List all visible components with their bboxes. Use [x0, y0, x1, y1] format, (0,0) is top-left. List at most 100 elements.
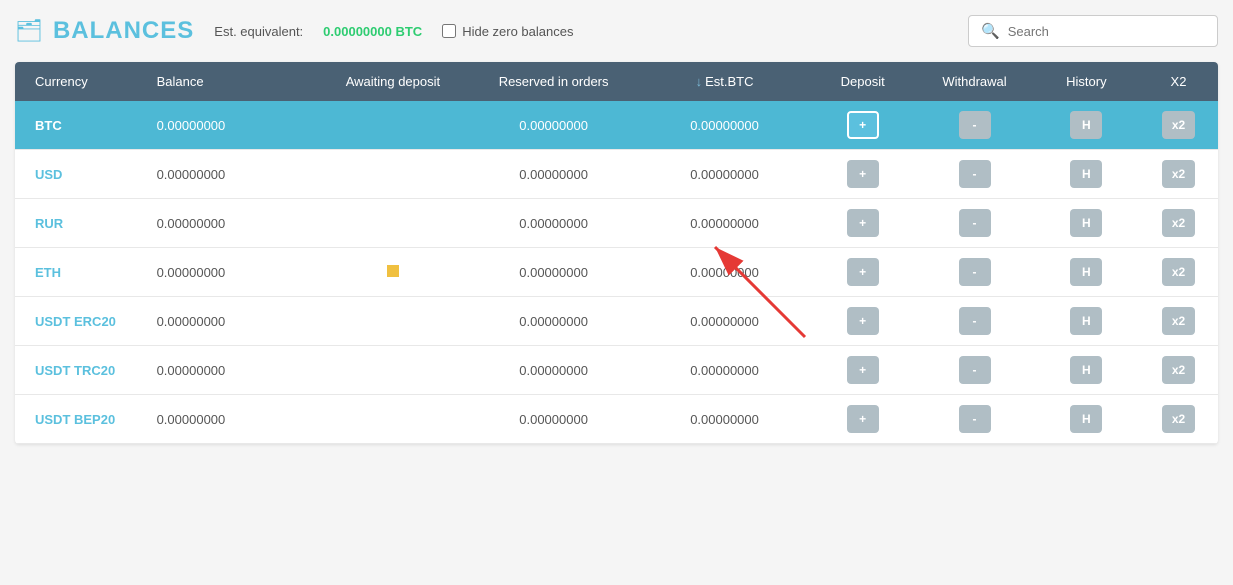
cell-deposit: + [810, 199, 915, 248]
cell-currency: USDT BEP20 [15, 395, 147, 444]
currency-link[interactable]: RUR [35, 216, 63, 231]
cell-deposit: + [810, 248, 915, 297]
hide-zero-checkbox[interactable] [442, 24, 456, 38]
history-button[interactable]: H [1070, 307, 1102, 335]
withdrawal-button[interactable]: - [959, 160, 991, 188]
cell-x2: x2 [1139, 199, 1218, 248]
balances-table: Currency Balance Awaiting deposit Reserv… [15, 62, 1218, 444]
table-row: ETH0.000000000.000000000.00000000+-Hx2 [15, 248, 1218, 297]
cell-withdrawal: - [915, 297, 1033, 346]
table-row: USDT BEP200.000000000.000000000.00000000… [15, 395, 1218, 444]
x2-button[interactable]: x2 [1162, 160, 1195, 188]
hide-zero-text: Hide zero balances [462, 24, 573, 39]
withdrawal-button[interactable]: - [959, 307, 991, 335]
cell-awaiting [318, 248, 469, 297]
cell-reserved: 0.00000000 [468, 199, 639, 248]
deposit-button[interactable]: + [847, 209, 879, 237]
x2-button[interactable]: x2 [1162, 209, 1195, 237]
cell-history: H [1034, 346, 1139, 395]
cell-currency: USDT TRC20 [15, 346, 147, 395]
deposit-button[interactable]: + [847, 356, 879, 384]
history-button[interactable]: H [1070, 111, 1102, 139]
cell-estbtc: 0.00000000 [639, 346, 810, 395]
withdrawal-button[interactable]: - [959, 356, 991, 384]
currency-link[interactable]: USD [35, 167, 62, 182]
x2-button[interactable]: x2 [1162, 307, 1195, 335]
deposit-button[interactable]: + [847, 111, 879, 139]
table-row: USDT ERC200.000000000.000000000.00000000… [15, 297, 1218, 346]
search-box: 🔍 [968, 15, 1218, 47]
cell-history: H [1034, 101, 1139, 150]
deposit-button[interactable]: + [847, 160, 879, 188]
col-header-x2: X2 [1139, 62, 1218, 101]
currency-link[interactable]: USDT TRC20 [35, 363, 115, 378]
cell-awaiting [318, 199, 469, 248]
page-header: 🗂 BALANCES Est. equivalent: 0.00000000 B… [15, 15, 1218, 47]
header-left: 🗂 BALANCES [15, 17, 194, 45]
col-header-balance: Balance [147, 62, 318, 101]
cell-currency: RUR [15, 199, 147, 248]
currency-link[interactable]: USDT BEP20 [35, 412, 115, 427]
cell-estbtc: 0.00000000 [639, 395, 810, 444]
cell-history: H [1034, 150, 1139, 199]
currency-link[interactable]: ETH [35, 265, 61, 280]
history-button[interactable]: H [1070, 356, 1102, 384]
cell-history: H [1034, 199, 1139, 248]
deposit-button[interactable]: + [847, 258, 879, 286]
cell-deposit: + [810, 346, 915, 395]
cell-deposit: + [810, 150, 915, 199]
search-input[interactable] [1008, 24, 1205, 39]
col-header-withdrawal: Withdrawal [915, 62, 1033, 101]
cell-reserved: 0.00000000 [468, 150, 639, 199]
currency-link[interactable]: USDT ERC20 [35, 314, 116, 329]
deposit-button[interactable]: + [847, 405, 879, 433]
table-header-row: Currency Balance Awaiting deposit Reserv… [15, 62, 1218, 101]
cell-x2: x2 [1139, 395, 1218, 444]
currency-link[interactable]: BTC [35, 118, 62, 133]
cell-deposit: + [810, 101, 915, 150]
history-button[interactable]: H [1070, 209, 1102, 237]
history-button[interactable]: H [1070, 405, 1102, 433]
x2-button[interactable]: x2 [1162, 356, 1195, 384]
est-equivalent-value: 0.00000000 BTC [323, 24, 422, 39]
col-header-awaiting: Awaiting deposit [318, 62, 469, 101]
table-row: RUR0.000000000.000000000.00000000+-Hx2 [15, 199, 1218, 248]
cell-deposit: + [810, 297, 915, 346]
eth-status-dot [387, 265, 399, 277]
cell-x2: x2 [1139, 248, 1218, 297]
hide-zero-label[interactable]: Hide zero balances [442, 24, 573, 39]
cell-balance: 0.00000000 [147, 150, 318, 199]
cell-withdrawal: - [915, 101, 1033, 150]
cell-currency: BTC [15, 101, 147, 150]
cell-withdrawal: - [915, 150, 1033, 199]
history-button[interactable]: H [1070, 160, 1102, 188]
cell-balance: 0.00000000 [147, 248, 318, 297]
cell-history: H [1034, 395, 1139, 444]
cell-awaiting [318, 346, 469, 395]
col-header-currency: Currency [15, 62, 147, 101]
x2-button[interactable]: x2 [1162, 258, 1195, 286]
withdrawal-button[interactable]: - [959, 111, 991, 139]
cell-reserved: 0.00000000 [468, 297, 639, 346]
x2-button[interactable]: x2 [1162, 405, 1195, 433]
cell-reserved: 0.00000000 [468, 101, 639, 150]
table-row: USDT TRC200.000000000.000000000.00000000… [15, 346, 1218, 395]
history-button[interactable]: H [1070, 258, 1102, 286]
x2-button[interactable]: x2 [1162, 111, 1195, 139]
cell-history: H [1034, 248, 1139, 297]
withdrawal-button[interactable]: - [959, 209, 991, 237]
withdrawal-button[interactable]: - [959, 405, 991, 433]
table-body: BTC0.000000000.000000000.00000000+-Hx2US… [15, 101, 1218, 444]
col-header-reserved: Reserved in orders [468, 62, 639, 101]
cell-withdrawal: - [915, 248, 1033, 297]
cell-withdrawal: - [915, 395, 1033, 444]
cell-awaiting [318, 150, 469, 199]
balances-icon: 🗂 [15, 18, 43, 44]
sort-arrow-icon: ↓ [696, 74, 703, 89]
deposit-button[interactable]: + [847, 307, 879, 335]
cell-estbtc: 0.00000000 [639, 150, 810, 199]
cell-awaiting [318, 395, 469, 444]
withdrawal-button[interactable]: - [959, 258, 991, 286]
cell-awaiting [318, 297, 469, 346]
cell-withdrawal: - [915, 346, 1033, 395]
